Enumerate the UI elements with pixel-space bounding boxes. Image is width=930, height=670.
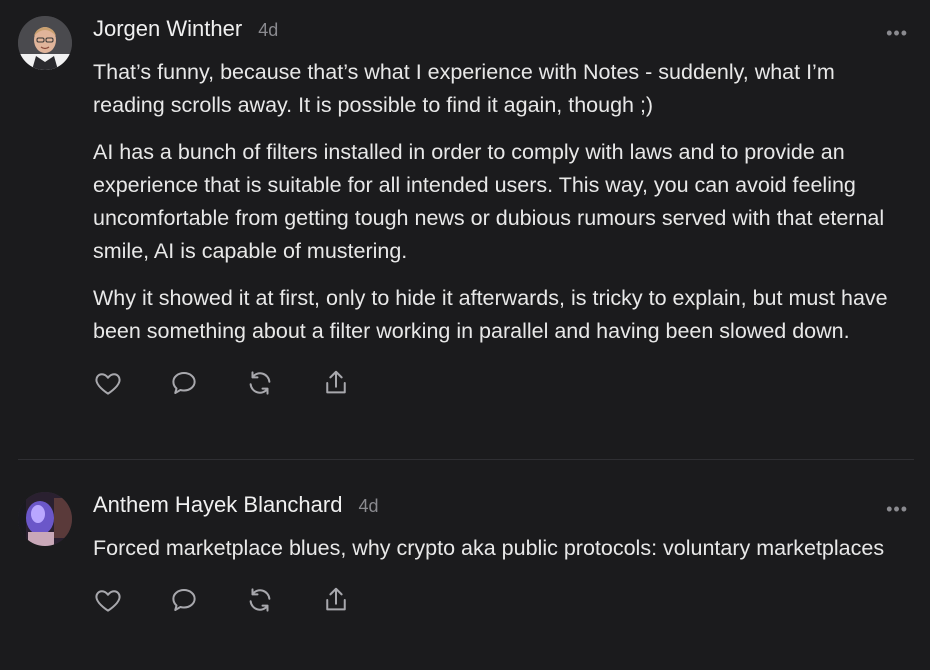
comment: Jorgen Winther 4d ••• That’s funny, beca… xyxy=(0,16,930,400)
heart-icon xyxy=(95,590,121,612)
restack-icon xyxy=(249,588,271,612)
comment-body: That’s funny, because that’s what I expe… xyxy=(93,56,906,348)
restack-button[interactable] xyxy=(245,366,321,400)
avatar-photo xyxy=(18,492,72,546)
comment-age[interactable]: 4d xyxy=(358,496,378,517)
share-button[interactable] xyxy=(321,366,397,400)
comment-paragraph: Why it showed it at first, only to hide … xyxy=(93,286,888,343)
comment-actions xyxy=(93,366,906,400)
comment-paragraph: That’s funny, because that’s what I expe… xyxy=(93,60,835,117)
more-options-icon[interactable]: ••• xyxy=(886,500,908,518)
comment-header: Anthem Hayek Blanchard 4d xyxy=(93,492,906,524)
author-name[interactable]: Jorgen Winther xyxy=(93,16,242,42)
author-name[interactable]: Anthem Hayek Blanchard xyxy=(93,492,342,518)
comment-age[interactable]: 4d xyxy=(258,20,278,41)
comment-icon xyxy=(172,372,196,394)
reply-button[interactable] xyxy=(169,583,245,617)
like-button[interactable] xyxy=(93,583,169,617)
comment-paragraph: AI has a bunch of filters installed in o… xyxy=(93,140,885,263)
comment-paragraph: Forced marketplace blues, why crypto aka… xyxy=(93,536,885,560)
avatar-photo xyxy=(18,16,72,70)
share-icon xyxy=(326,370,346,394)
comment-body: Forced marketplace blues, why crypto aka… xyxy=(93,532,906,565)
comment-icon xyxy=(172,589,196,611)
like-button[interactable] xyxy=(93,366,169,400)
comment: Anthem Hayek Blanchard 4d ••• Forced mar… xyxy=(0,492,930,617)
reply-button[interactable] xyxy=(169,366,245,400)
comment-header: Jorgen Winther 4d xyxy=(93,16,906,48)
avatar[interactable] xyxy=(18,16,72,70)
restack-button[interactable] xyxy=(245,583,321,617)
restack-icon xyxy=(249,371,271,395)
more-options-icon[interactable]: ••• xyxy=(886,24,908,42)
share-button[interactable] xyxy=(321,583,397,617)
avatar[interactable] xyxy=(18,492,72,546)
comment-actions xyxy=(93,583,906,617)
comment-divider xyxy=(18,459,914,460)
share-icon xyxy=(326,587,346,611)
heart-icon xyxy=(95,373,121,395)
